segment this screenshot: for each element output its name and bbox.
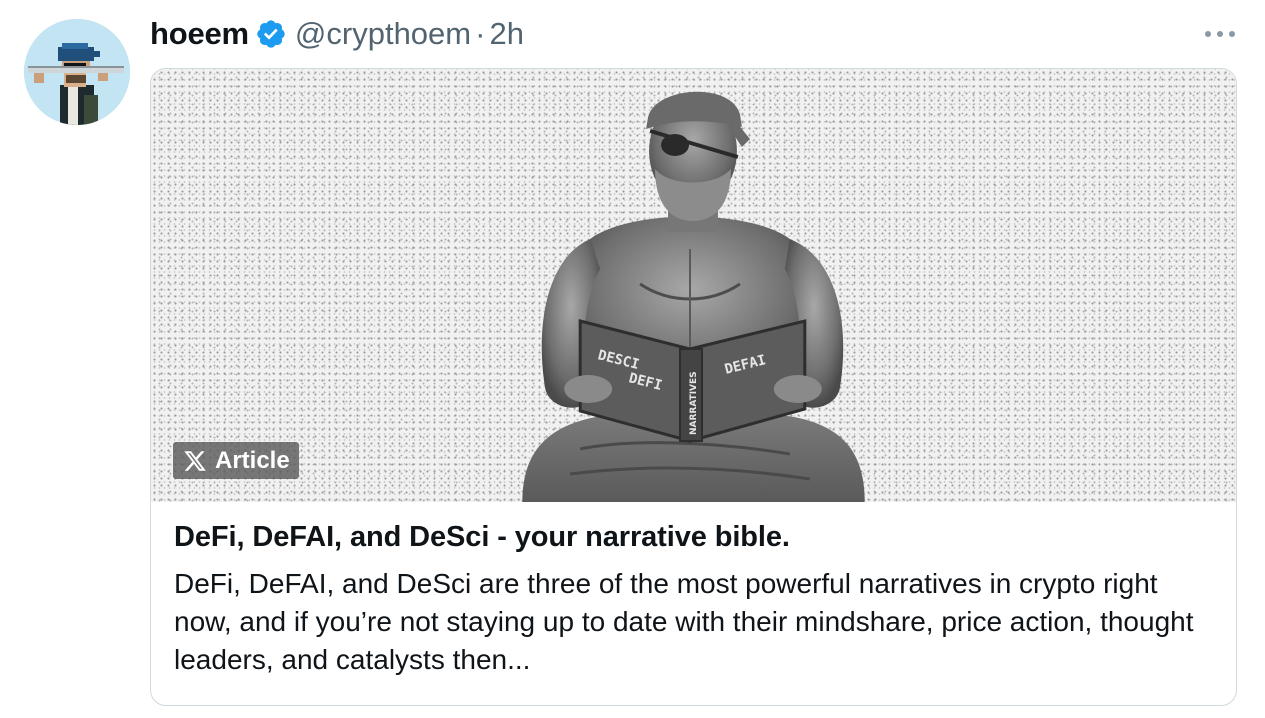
display-name[interactable]: hoeem [150, 12, 249, 56]
tweet-header: hoeem @crypthoem · 2h [150, 12, 524, 56]
dot [1205, 31, 1211, 37]
article-badge: Article [173, 442, 299, 479]
x-logo-icon [184, 450, 206, 471]
timestamp[interactable]: 2h [489, 12, 523, 56]
verified-badge-icon [255, 18, 287, 50]
tweet: hoeem @crypthoem · 2h DESCI DEFI DEFAI N… [0, 0, 1265, 718]
article-title[interactable]: DeFi, DeFAI, and DeSci - your narrative … [174, 517, 1220, 557]
article-text: DeFi, DeFAI, and DeSci - your narrative … [174, 517, 1220, 679]
reading-man-illustration: DESCI DEFI DEFAI NARRATIVES [522, 91, 865, 502]
article-description: DeFi, DeFAI, and DeSci are three of the … [174, 568, 1194, 675]
handle[interactable]: @crypthoem [295, 12, 471, 56]
dot [1217, 31, 1223, 37]
article-badge-label: Article [215, 446, 290, 474]
dot [1229, 31, 1235, 37]
avatar[interactable] [24, 19, 130, 125]
book-spine-title: NARRATIVES [689, 371, 699, 435]
article-cover-image: DESCI DEFI DEFAI NARRATIVES [151, 69, 1236, 502]
more-options-icon[interactable] [1205, 24, 1235, 44]
article-card[interactable]: DESCI DEFI DEFAI NARRATIVES Article DeFi… [150, 68, 1237, 706]
separator-dot: · [475, 16, 486, 51]
pixel-art-pirate-avatar-icon [24, 19, 130, 125]
